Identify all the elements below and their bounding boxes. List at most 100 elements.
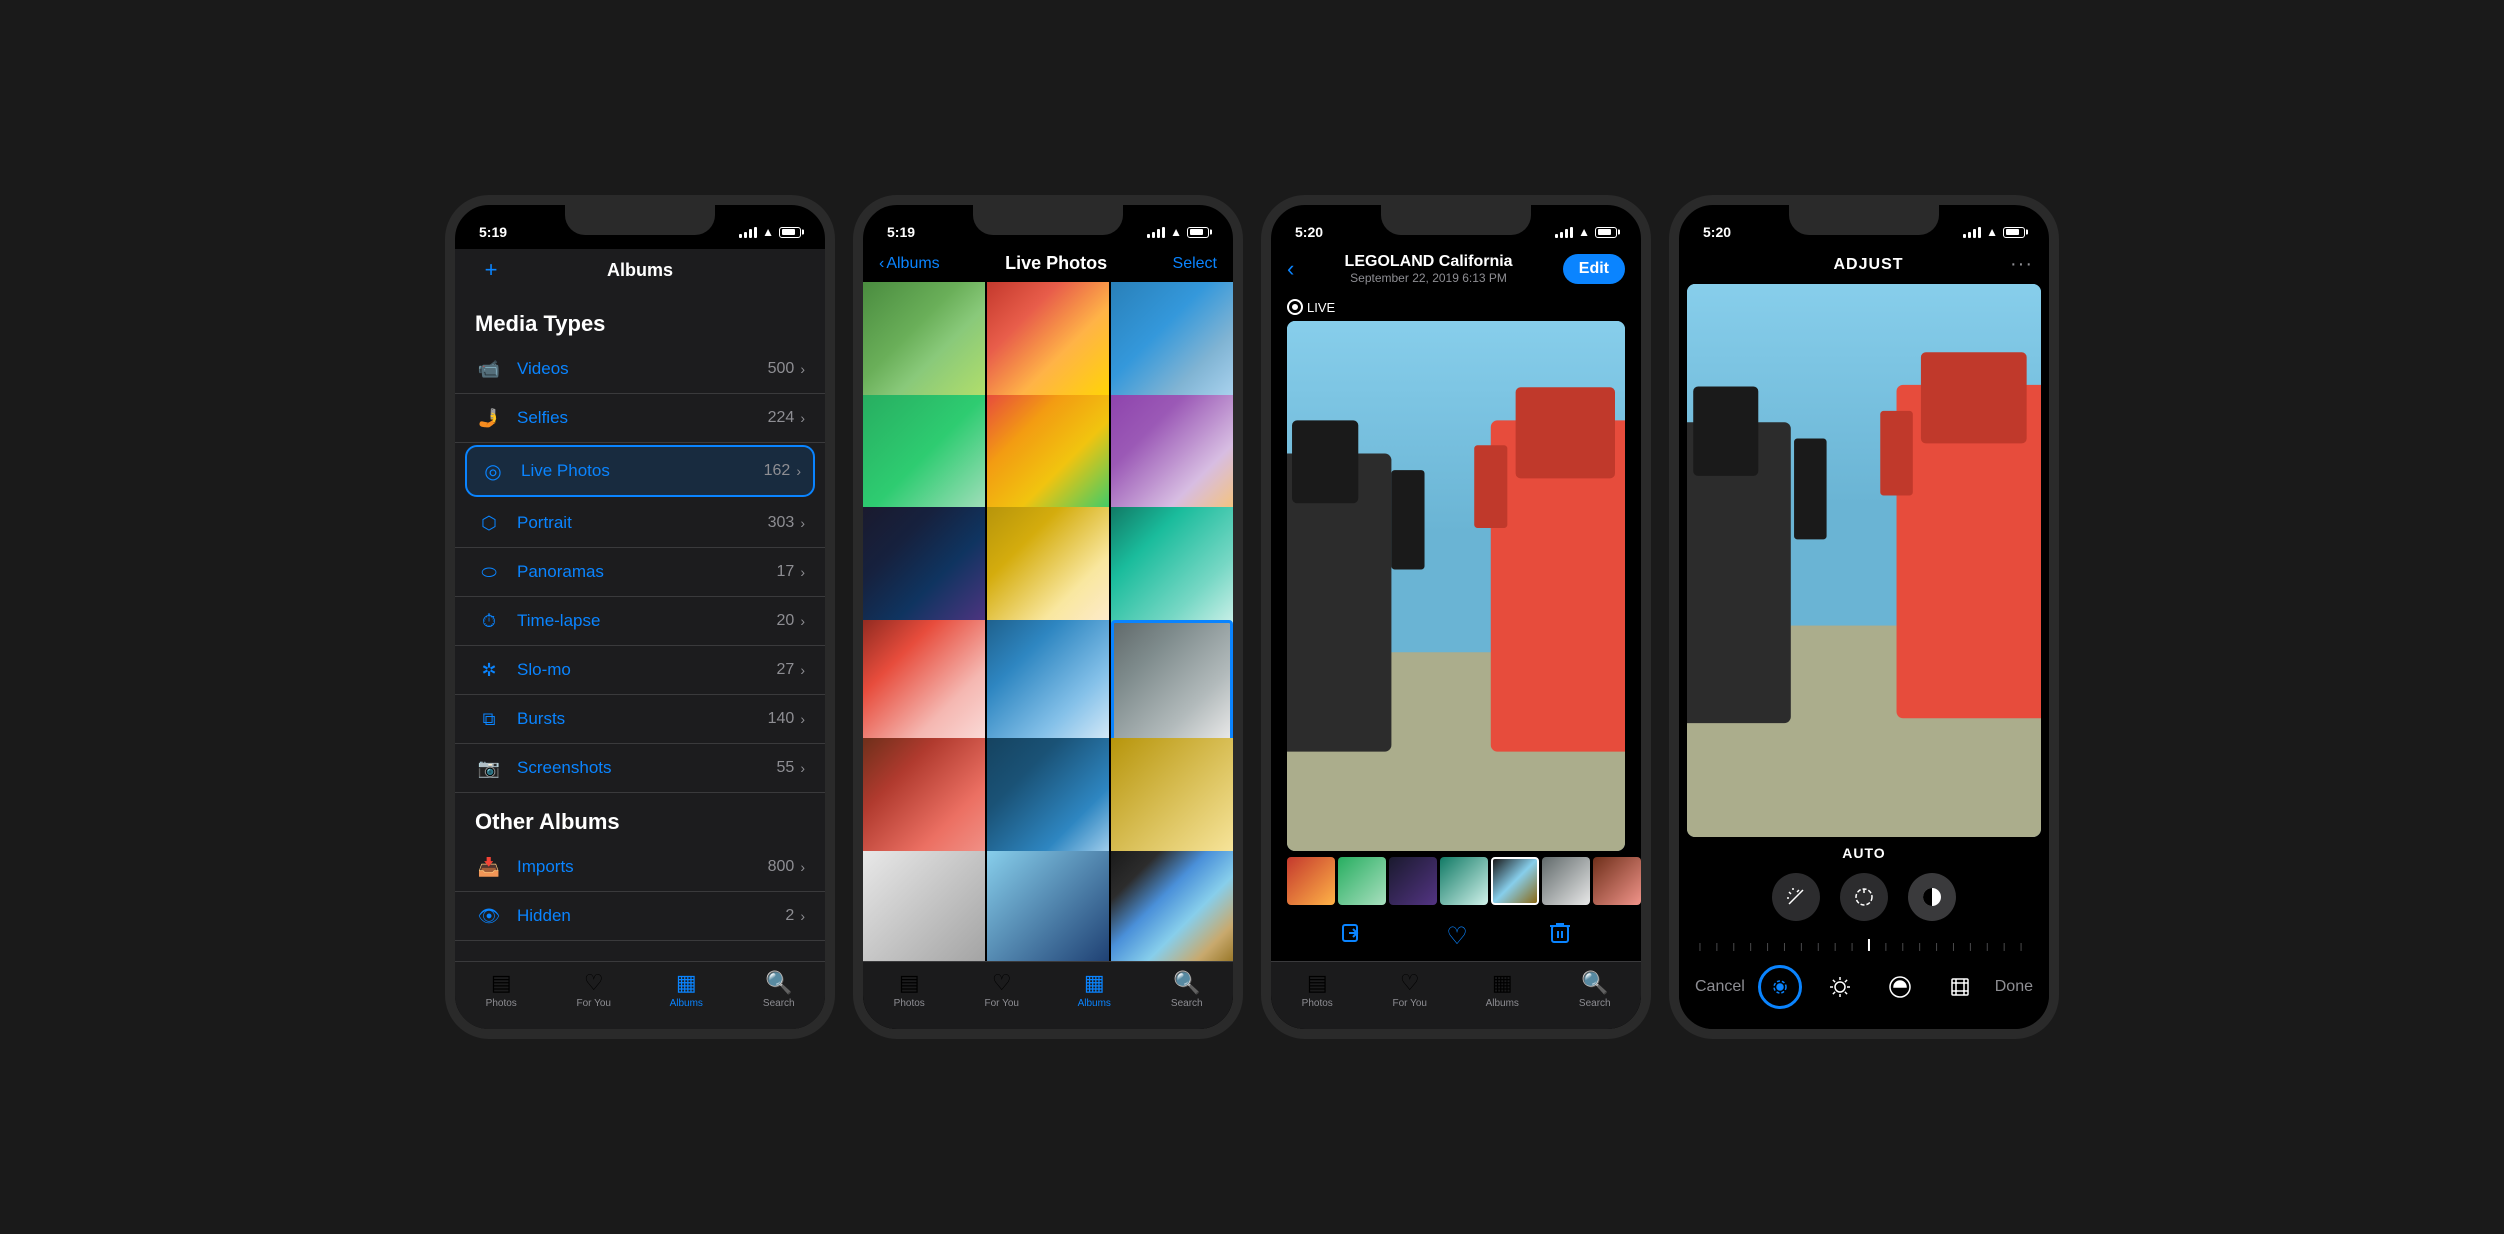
for-you-icon-3: ♡ [1400,970,1420,996]
rotate-button[interactable] [1840,873,1888,921]
chevron-icon-bursts: › [800,711,805,727]
tab-for-you-2[interactable]: ♡ For You [972,970,1032,1009]
strip-thumb-7[interactable] [1593,857,1641,905]
wifi-icon-2: ▲ [1170,225,1182,239]
grid-photo-12-selected[interactable] [1111,620,1233,742]
tab-photos-2[interactable]: ▤ Photos [879,970,939,1009]
select-button[interactable]: Select [1173,255,1217,273]
effects-button[interactable] [1878,965,1922,1009]
edit-button[interactable]: Edit [1563,254,1625,284]
albums-tab-icon: ▦ [676,970,697,996]
tab-photos-1[interactable]: ▤ Photos [471,970,531,1009]
album-item-bursts[interactable]: ⧉ Bursts 140 › [455,695,825,744]
strip-thumb-1[interactable] [1287,857,1335,905]
battery-icon-4 [2003,227,2025,238]
album-item-screenshots[interactable]: 📷 Screenshots 55 › [455,744,825,793]
strip-thumb-5-selected[interactable] [1491,857,1539,905]
back-button-2[interactable]: ‹ Albums [879,255,940,273]
edit-photo-view[interactable] [1687,284,2041,837]
album-count-selfies: 224 [768,409,795,427]
photos-tab-label-2: Photos [894,998,925,1009]
more-options-button[interactable]: ··· [2010,253,2033,276]
album-item-live-photos[interactable]: ◎ Live Photos 162 › [465,445,815,497]
main-photo-view[interactable] [1287,321,1625,851]
phone1-content: + Albums Media Types 📹 Videos 500 › 🤳 Se… [455,249,825,1029]
magic-wand-button[interactable] [1772,873,1820,921]
done-button[interactable]: Done [1995,978,2033,996]
grid-photo-15[interactable] [1111,738,1233,860]
share-button[interactable] [1341,921,1365,951]
brightness-button[interactable] [1818,965,1862,1009]
grid-photo-9[interactable] [1111,507,1233,629]
tab-search-1[interactable]: 🔍 Search [749,970,809,1009]
nav-bar-2: ‹ Albums Live Photos Select [863,249,1233,282]
tab-photos-3[interactable]: ▤ Photos [1287,970,1347,1009]
live-photo-edit-button[interactable] [1758,965,1802,1009]
for-you-tab-icon: ♡ [584,970,604,996]
album-item-imports[interactable]: 📥 Imports 800 › [455,843,825,892]
tab-for-you-1[interactable]: ♡ For You [564,970,624,1009]
album-item-selfies[interactable]: 🤳 Selfies 224 › [455,394,825,443]
grid-photo-3[interactable] [1111,282,1233,404]
other-albums-header: Other Albums [455,793,825,843]
album-name-timelapse: Time-lapse [517,611,777,631]
album-item-panoramas[interactable]: ⬭ Panoramas 17 › [455,548,825,597]
album-item-timelapse[interactable]: ⏱ Time-lapse 20 › [455,597,825,646]
chevron-icon-imports: › [800,859,805,875]
back-button-3[interactable]: ‹ [1287,256,1294,282]
grid-photo-4[interactable] [863,395,985,517]
delete-button[interactable] [1549,921,1571,951]
live-label: LIVE [1307,300,1335,315]
album-item-slomo[interactable]: ✲ Slo-mo 27 › [455,646,825,695]
hidden-icon: 👁 [475,902,503,930]
add-button[interactable]: + [475,257,507,283]
grid-photo-14[interactable] [987,738,1109,860]
strip-thumb-3[interactable] [1389,857,1437,905]
grid-photo-18[interactable] [1111,851,1233,962]
grid-photo-16[interactable] [863,851,985,962]
strip-thumb-6[interactable] [1542,857,1590,905]
grid-photo-8[interactable] [987,507,1109,629]
album-name-screenshots: Screenshots [517,758,777,778]
tab-albums-2[interactable]: ▦ Albums [1064,970,1124,1009]
crop-button[interactable] [1938,965,1982,1009]
album-list: Media Types 📹 Videos 500 › 🤳 Selfies 224… [455,295,825,961]
favorite-button[interactable]: ♡ [1446,922,1468,951]
album-item-portrait[interactable]: ⬡ Portrait 303 › [455,499,825,548]
album-item-videos[interactable]: 📹 Videos 500 › [455,345,825,394]
edit-tools [1679,865,2049,929]
adjust-title: ADJUST [1834,256,1904,274]
filter-button[interactable] [1908,873,1956,921]
album-item-hidden[interactable]: 👁 Hidden 2 › [455,892,825,941]
photo-grid [863,282,1233,961]
tab-for-you-3[interactable]: ♡ For You [1380,970,1440,1009]
grid-photo-10[interactable] [863,620,985,742]
album-count-imports: 800 [768,858,795,876]
phone4-content: ADJUST ··· [1679,249,2049,1029]
tab-search-3[interactable]: 🔍 Search [1565,970,1625,1009]
grid-photo-5[interactable] [987,395,1109,517]
grid-photo-11[interactable] [987,620,1109,742]
tick-marks-svg [1695,933,2033,953]
live-badge[interactable]: LIVE [1271,293,1641,321]
grid-photo-13[interactable] [863,738,985,860]
panoramas-icon: ⬭ [475,558,503,586]
strip-thumb-4[interactable] [1440,857,1488,905]
tab-albums-3[interactable]: ▦ Albums [1472,970,1532,1009]
album-name-hidden: Hidden [517,906,785,926]
tab-albums-1[interactable]: ▦ Albums [656,970,716,1009]
grid-photo-7[interactable] [863,507,985,629]
cancel-button[interactable]: Cancel [1695,978,1745,996]
grid-photo-17[interactable] [987,851,1109,962]
battery-icon-2 [1187,227,1209,238]
bottom-edit-bar: Cancel [1679,955,2049,1029]
grid-photo-6[interactable] [1111,395,1233,517]
grid-photo-2[interactable] [987,282,1109,404]
strip-thumb-2[interactable] [1338,857,1386,905]
tab-search-2[interactable]: 🔍 Search [1157,970,1217,1009]
slider-container [1679,929,2049,955]
chevron-icon-panoramas: › [800,564,805,580]
back-label-2: Albums [886,255,939,273]
grid-photo-1[interactable] [863,282,985,404]
imports-icon: 📥 [475,853,503,881]
